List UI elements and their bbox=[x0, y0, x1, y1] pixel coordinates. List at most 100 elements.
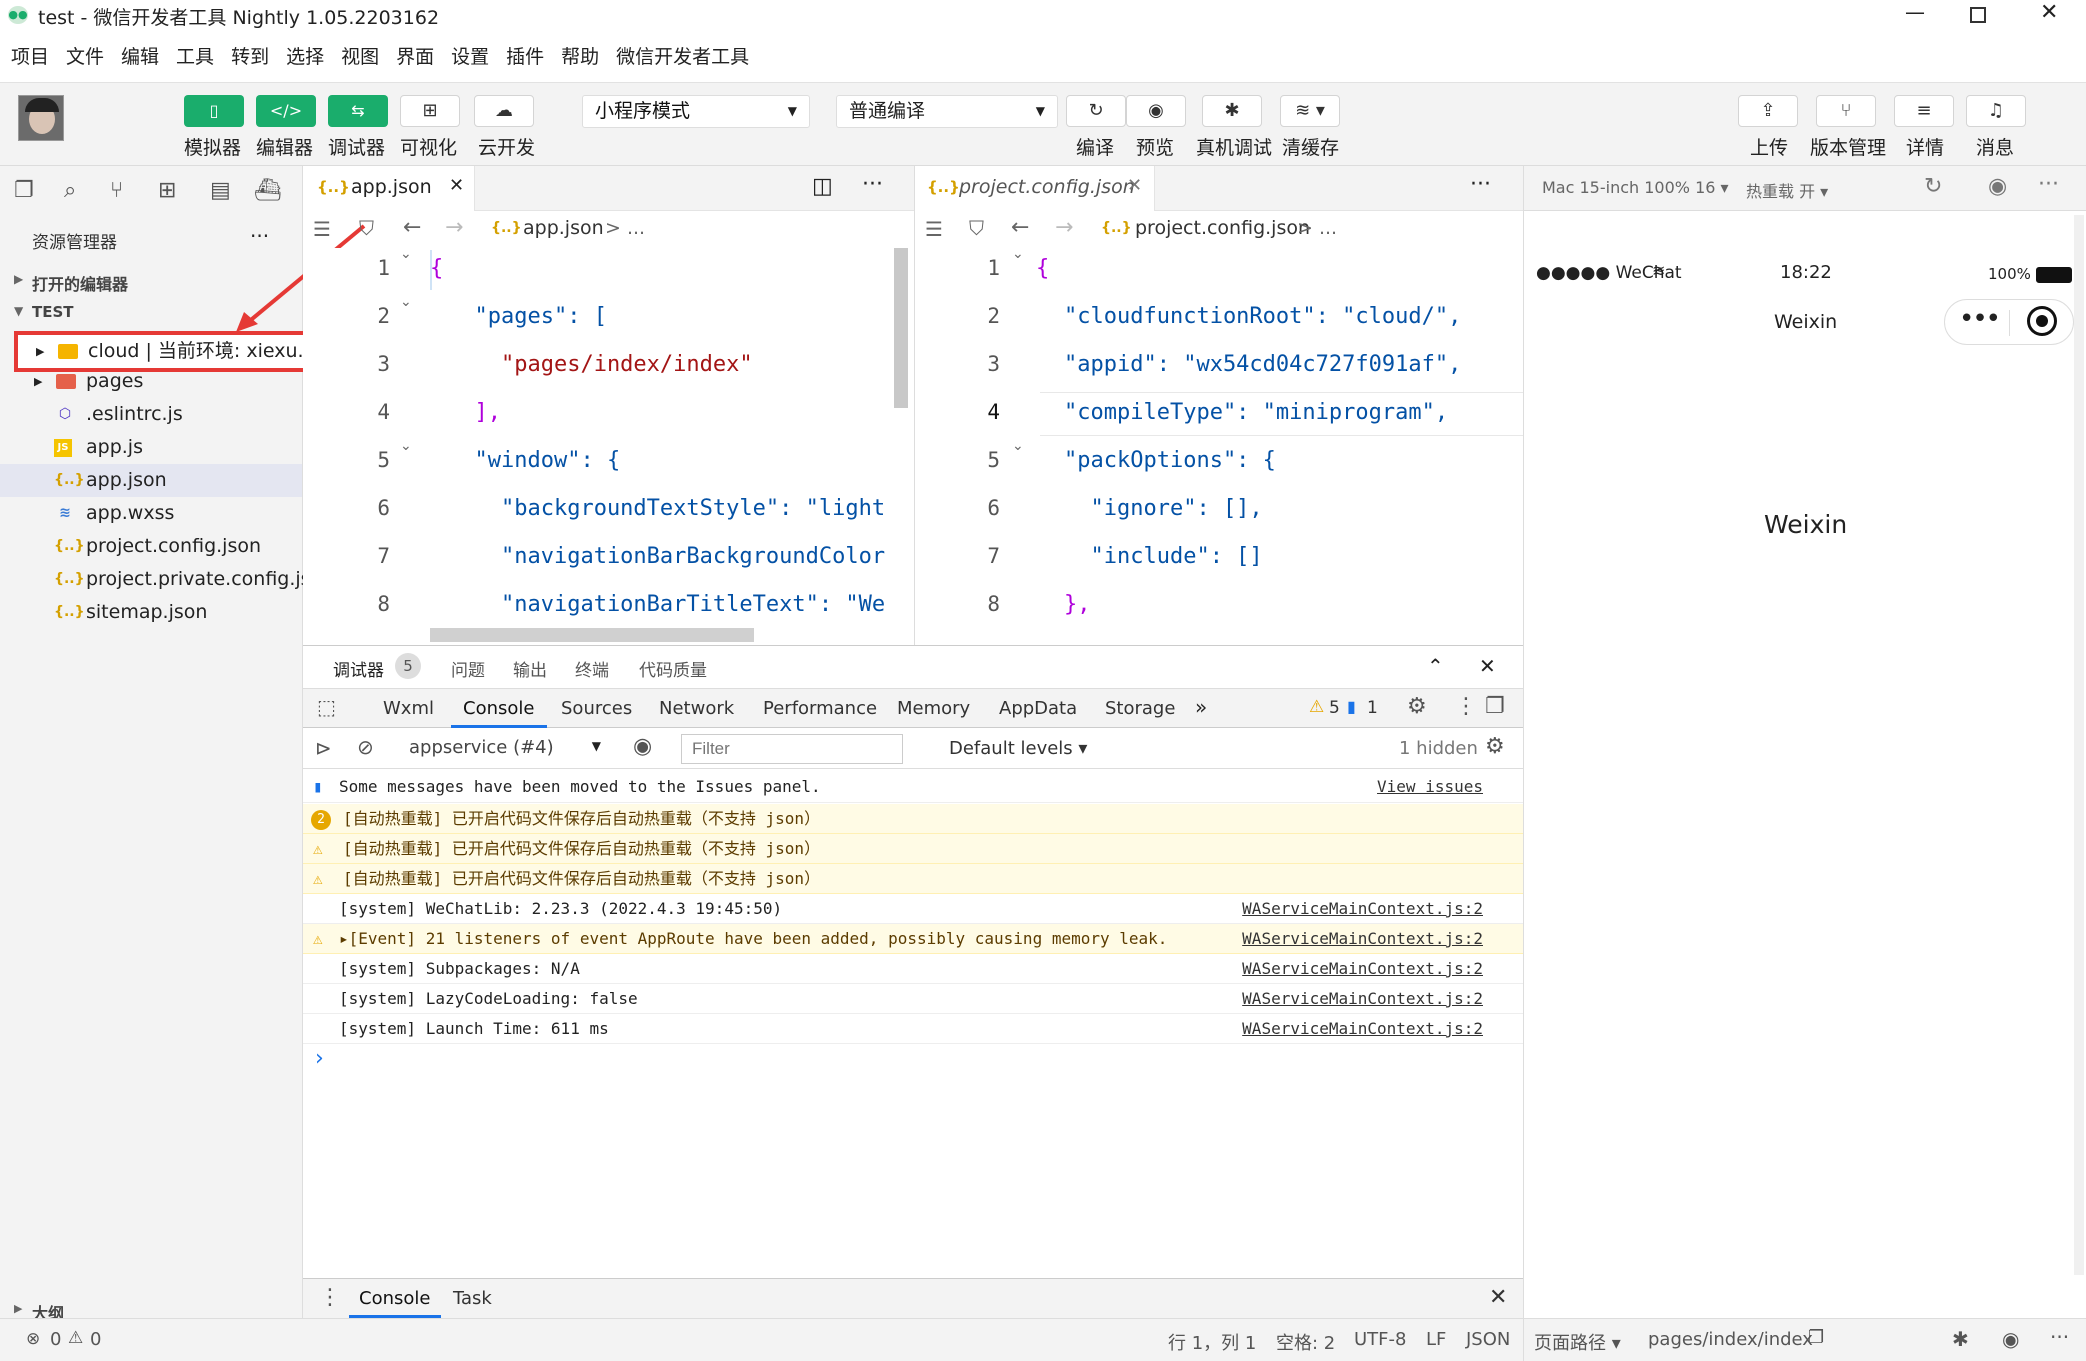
language-mode[interactable]: JSON bbox=[1466, 1329, 1510, 1350]
details-button[interactable]: ≡ bbox=[1894, 95, 1954, 127]
upload-button[interactable]: ⇪ bbox=[1738, 95, 1798, 127]
panel-tab-code-quality[interactable]: 代码质量 bbox=[639, 656, 707, 681]
tree-item-project-config[interactable]: {..} project.config.json bbox=[0, 530, 302, 563]
maximize-icon[interactable] bbox=[1970, 7, 1986, 23]
source-link[interactable]: WAServiceMainContext.js:2 bbox=[1242, 954, 1483, 984]
back-icon[interactable]: ← bbox=[403, 215, 421, 240]
simulator-button[interactable]: ▯ bbox=[184, 95, 244, 127]
clear-console-icon[interactable]: ⊘ bbox=[357, 735, 374, 759]
close-app-icon[interactable] bbox=[2027, 306, 2057, 336]
bookmark-icon[interactable]: ⛉ bbox=[359, 216, 374, 240]
avatar[interactable] bbox=[18, 95, 64, 141]
preview-button[interactable]: ◉ bbox=[1126, 95, 1186, 127]
tree-item-pages[interactable]: ▶ pages bbox=[0, 365, 302, 398]
source-link[interactable]: WAServiceMainContext.js:2 bbox=[1242, 984, 1483, 1014]
devtools-tab-appdata[interactable]: AppData bbox=[999, 698, 1077, 719]
devtools-tab-performance[interactable]: Performance bbox=[763, 698, 877, 719]
back-icon[interactable]: ← bbox=[1011, 215, 1029, 240]
minimize-icon[interactable]: — bbox=[1905, 0, 1925, 24]
close-tab-icon[interactable]: ✕ bbox=[1127, 175, 1142, 196]
messages-button[interactable]: ♫ bbox=[1966, 95, 2026, 127]
drawer-tab-console[interactable]: Console bbox=[359, 1288, 430, 1309]
fold-icon[interactable]: ⌄ bbox=[400, 246, 412, 262]
devtools-tab-network[interactable]: Network bbox=[659, 698, 734, 719]
editor-more-icon[interactable]: ··· bbox=[1470, 172, 1491, 197]
cloud-button[interactable]: ☁ bbox=[474, 95, 534, 127]
menu-item-select[interactable]: 选择 bbox=[286, 42, 324, 69]
line-ending[interactable]: LF bbox=[1426, 1329, 1446, 1350]
panel-tab-issues[interactable]: 问题 bbox=[451, 656, 485, 681]
kebab-menu-icon[interactable]: ⋮ bbox=[319, 1285, 341, 1310]
menu-item-view[interactable]: 视图 bbox=[341, 42, 379, 69]
tree-item-project-private-config[interactable]: {..} project.private.config.js... bbox=[0, 563, 329, 596]
stop-icon[interactable]: ◉ bbox=[1988, 174, 2007, 199]
source-link[interactable]: WAServiceMainContext.js:2 bbox=[1242, 924, 1483, 954]
editor2-tab[interactable]: {..} project.config.json ✕ bbox=[915, 166, 1155, 211]
menu-item-project[interactable]: 项目 bbox=[11, 42, 49, 69]
menu-item-wechat-devtools[interactable]: 微信开发者工具 bbox=[616, 42, 749, 69]
view-issues-link[interactable]: View issues bbox=[1377, 771, 1483, 803]
editor2-code-area[interactable]: { "cloudfunctionRoot": "cloud/", "appid"… bbox=[1036, 248, 1520, 644]
warning-count[interactable]: 0 bbox=[90, 1329, 101, 1350]
more-icon[interactable]: ··· bbox=[2050, 1325, 2069, 1349]
menu-item-settings[interactable]: 设置 bbox=[451, 42, 489, 69]
indentation[interactable]: 空格: 2 bbox=[1276, 1329, 1335, 1355]
fold-icon[interactable]: ⌄ bbox=[400, 294, 412, 310]
warning-count[interactable]: 5 bbox=[1329, 698, 1340, 718]
editor1-code-area[interactable]: { "pages": [ "pages/index/index" ], "win… bbox=[430, 248, 914, 644]
device-select[interactable]: Mac 15-inch 100% 16 ▾ bbox=[1542, 178, 1729, 197]
menu-item-file[interactable]: 文件 bbox=[66, 42, 104, 69]
devtools-tab-console[interactable]: Console bbox=[463, 698, 534, 719]
menu-item-plugins[interactable]: 插件 bbox=[506, 42, 544, 69]
simulator-scrollbar[interactable] bbox=[2074, 215, 2084, 1275]
filter-input[interactable] bbox=[681, 734, 903, 764]
tree-item-app-json[interactable]: {..} app.json bbox=[0, 464, 302, 497]
menu-item-edit[interactable]: 编辑 bbox=[121, 42, 159, 69]
remote-debug-button[interactable]: ✱ bbox=[1202, 95, 1262, 127]
forward-icon[interactable]: → bbox=[1055, 215, 1073, 240]
compile-button[interactable]: ↻ bbox=[1066, 95, 1126, 127]
breadcrumb-file[interactable]: app.json bbox=[523, 217, 604, 239]
chevron-up-icon[interactable]: ⌃ bbox=[1427, 654, 1444, 678]
more-icon[interactable]: ··· bbox=[2038, 172, 2059, 197]
editor1-scrollbar[interactable] bbox=[894, 248, 908, 408]
console-prompt[interactable]: › bbox=[303, 1046, 1523, 1076]
forward-icon[interactable]: → bbox=[445, 215, 463, 240]
console-settings-icon[interactable]: ⚙ bbox=[1485, 734, 1505, 759]
menu-item-help[interactable]: 帮助 bbox=[561, 42, 599, 69]
more-tabs-icon[interactable]: » bbox=[1195, 695, 1207, 719]
rotate-icon[interactable]: ↻ bbox=[1924, 174, 1942, 199]
copy-icon[interactable]: ❐ bbox=[1808, 1327, 1824, 1348]
eye-icon[interactable]: ◉ bbox=[2002, 1327, 2019, 1351]
close-drawer-icon[interactable]: ✕ bbox=[1489, 1285, 1507, 1310]
clear-cache-button[interactable]: ≋ ▾ bbox=[1280, 95, 1340, 127]
devtools-tab-storage[interactable]: Storage bbox=[1105, 698, 1175, 719]
files-icon[interactable]: ❐ bbox=[14, 178, 34, 203]
menu-item-interface[interactable]: 界面 bbox=[396, 42, 434, 69]
capsule-menu[interactable]: ••• bbox=[1944, 299, 2074, 345]
panel-tab-debugger[interactable]: 调试器 bbox=[333, 656, 384, 681]
list-icon[interactable]: ☰ bbox=[925, 217, 943, 241]
panel-tab-terminal[interactable]: 终端 bbox=[575, 656, 609, 681]
tree-item-eslintrc[interactable]: ⬡ .eslintrc.js bbox=[0, 398, 302, 431]
bookmark-icon[interactable]: ⛉ bbox=[969, 216, 984, 240]
tree-item-app-js[interactable]: JS app.js bbox=[0, 431, 302, 464]
source-link[interactable]: WAServiceMainContext.js:2 bbox=[1242, 1014, 1483, 1044]
tree-item-sitemap[interactable]: {..} sitemap.json bbox=[0, 596, 302, 629]
panel-tab-output[interactable]: 输出 bbox=[513, 656, 547, 681]
docker-icon[interactable]: ⛴ bbox=[254, 178, 282, 203]
log-text[interactable]: ▸[Event] 21 listeners of event AppRoute … bbox=[339, 924, 1167, 954]
hot-reload-toggle[interactable]: 热重载 开 ▾ bbox=[1746, 178, 1828, 202]
fold-icon[interactable]: ⌄ bbox=[1012, 246, 1024, 262]
version-button[interactable]: ⑂ bbox=[1816, 95, 1876, 127]
debugger-button[interactable]: ⇆ bbox=[328, 95, 388, 127]
close-tab-icon[interactable]: ✕ bbox=[449, 175, 464, 196]
editor1-h-scrollbar[interactable] bbox=[430, 628, 754, 642]
fold-icon[interactable]: ⌄ bbox=[400, 438, 412, 454]
kebab-menu-icon[interactable]: ⋮ bbox=[1455, 694, 1477, 719]
gear-icon[interactable]: ⚙ bbox=[1407, 694, 1427, 719]
menu-item-tools[interactable]: 工具 bbox=[176, 42, 214, 69]
drawer-tab-task[interactable]: Task bbox=[453, 1288, 492, 1309]
tree-item-app-wxss[interactable]: ≋ app.wxss bbox=[0, 497, 302, 530]
devtools-tab-memory[interactable]: Memory bbox=[897, 698, 970, 719]
